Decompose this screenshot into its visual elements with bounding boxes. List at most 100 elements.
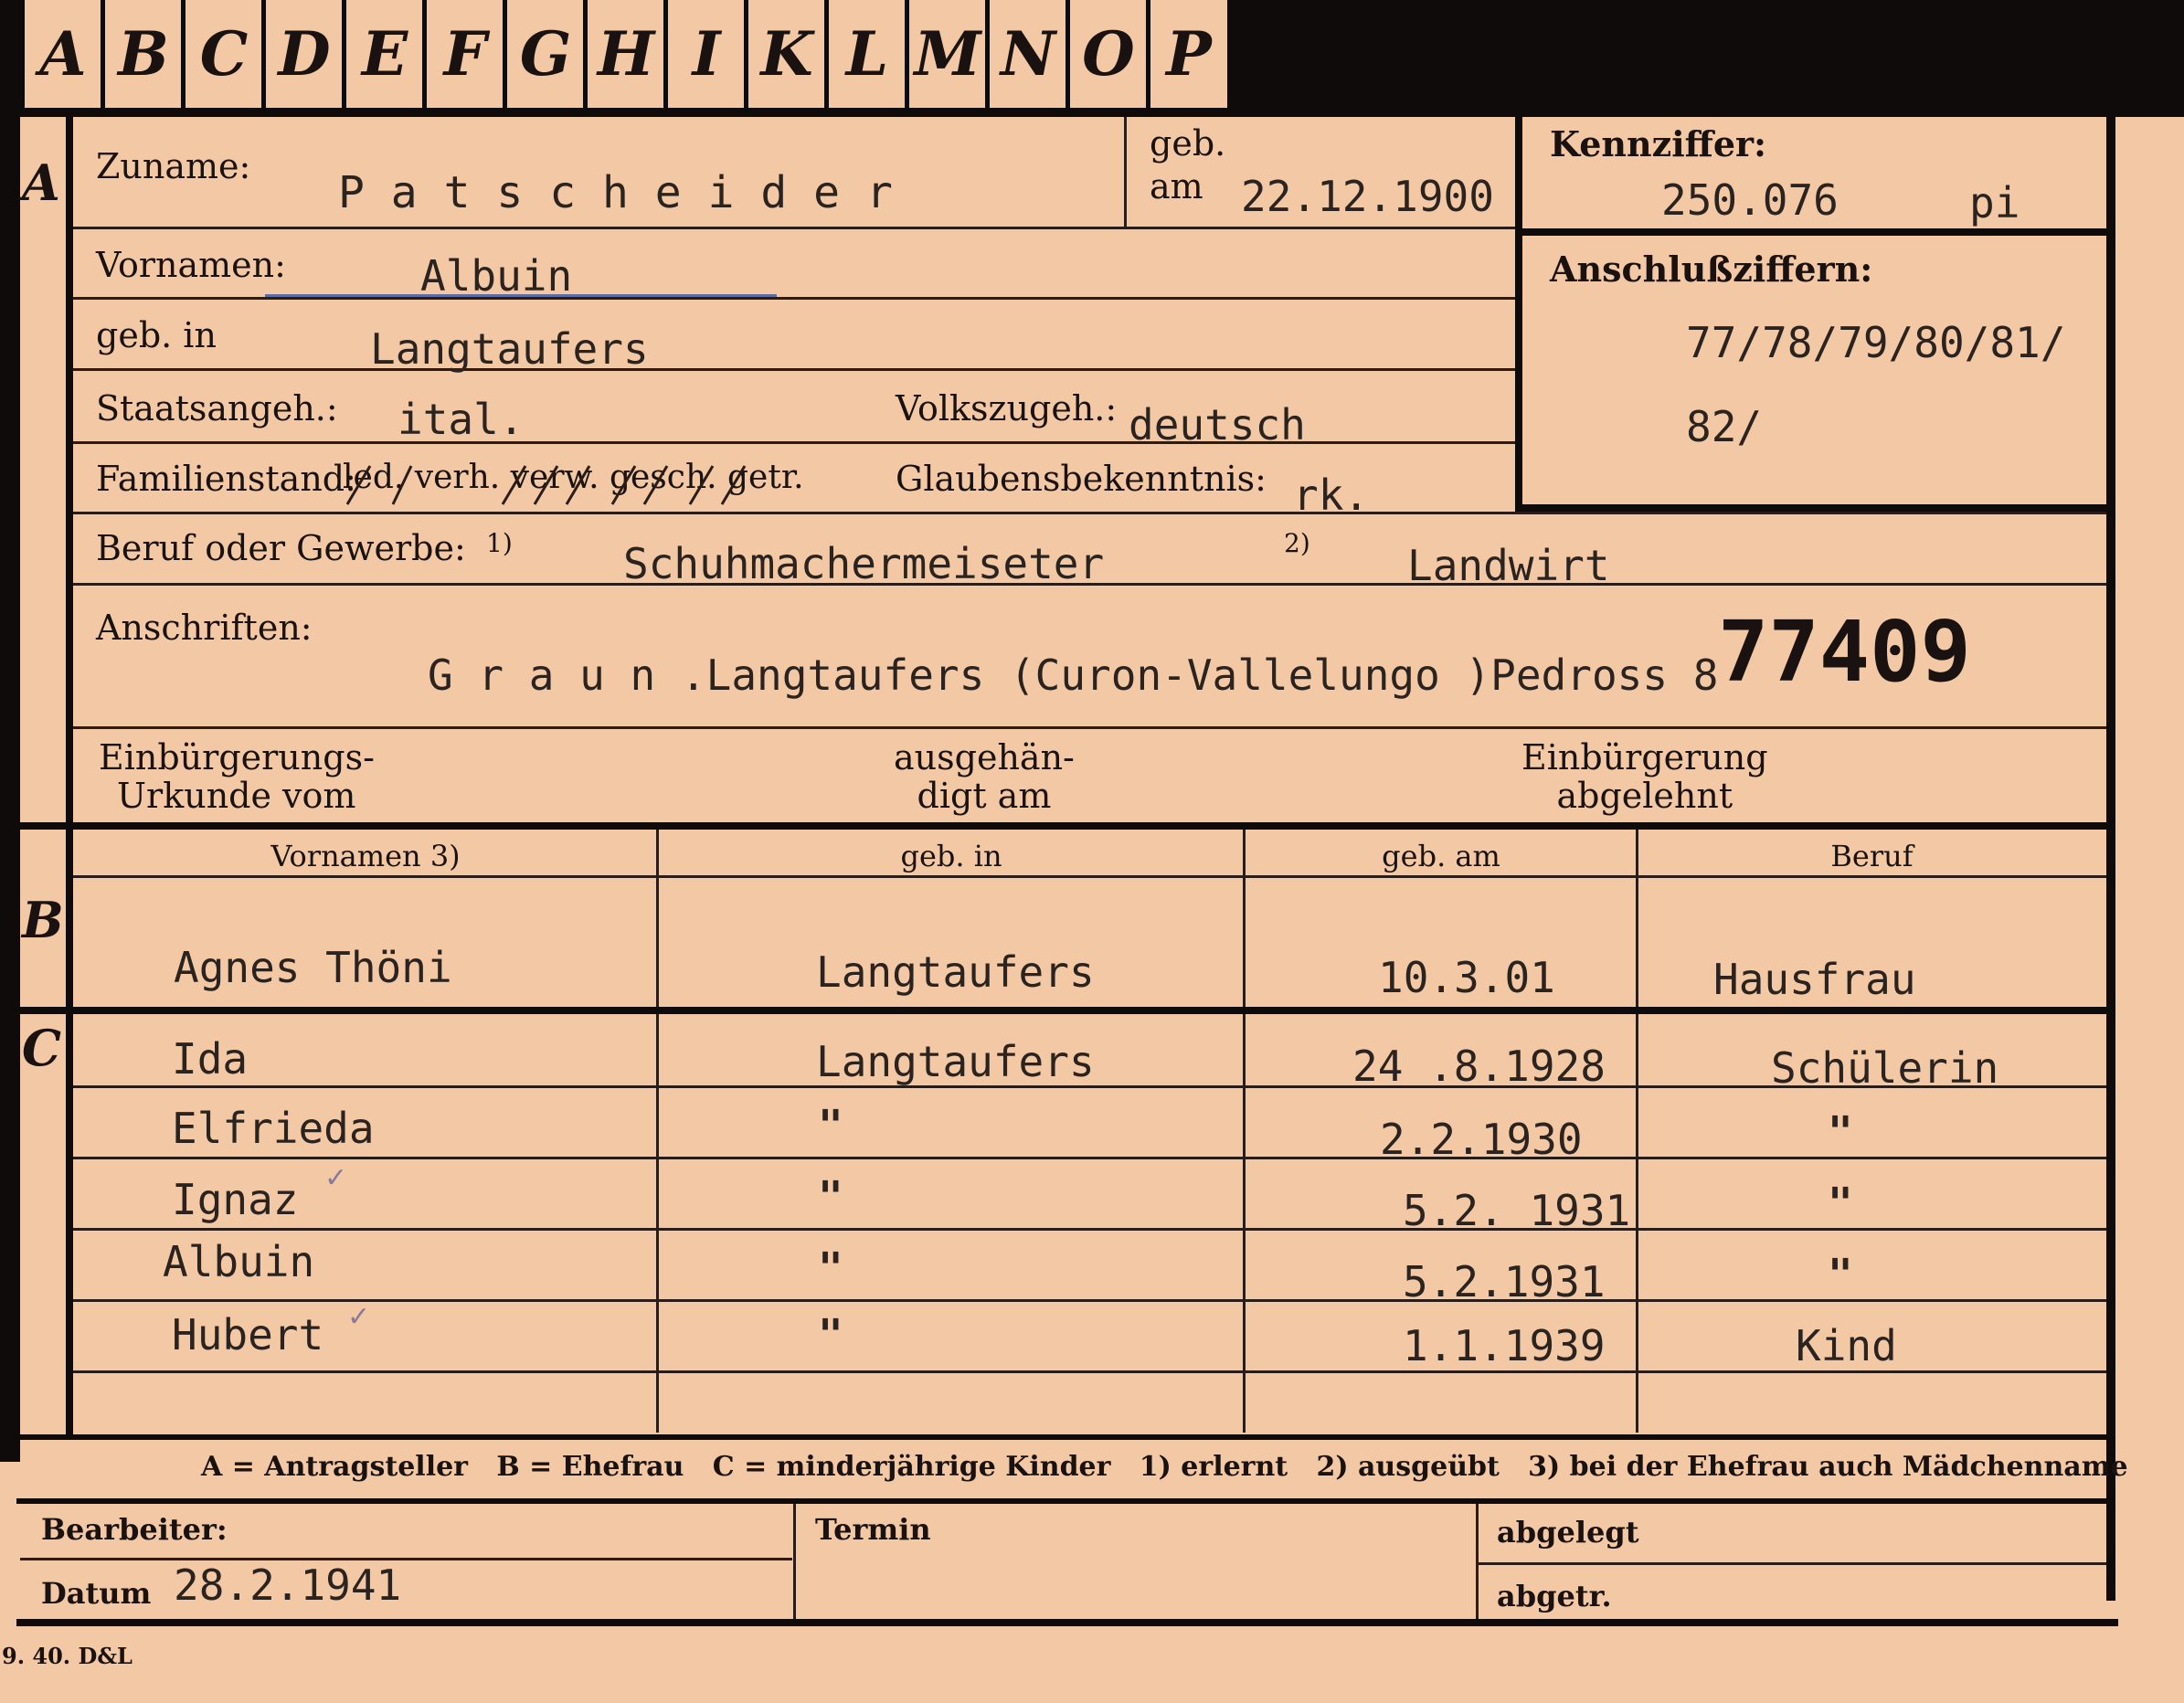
- separator: [73, 875, 2106, 878]
- section-b-bottom: [16, 1007, 2109, 1014]
- address-label: Anschriften:: [96, 608, 313, 648]
- naturalization-doc-label: Einbürgerungs- Urkunde vom: [99, 738, 375, 815]
- section-a-marker: A: [22, 153, 60, 212]
- children-table: Ida Langtaufers 24 .8.1928 Schülerin Elf…: [73, 1014, 2106, 1434]
- index-tab-p[interactable]: P: [1146, 0, 1232, 108]
- footer-col-line-1: [793, 1504, 796, 1619]
- anschluss-label: Anschlußziffern:: [1550, 249, 1873, 290]
- stamp-number: 77409: [1718, 603, 1971, 701]
- child-name: Elfrieda: [172, 1104, 375, 1153]
- index-tab-d[interactable]: D: [261, 0, 343, 108]
- child-name: Albuin: [163, 1237, 315, 1286]
- index-tab-b[interactable]: B: [101, 0, 182, 108]
- kennziffer-label: Kennziffer:: [1550, 123, 1767, 164]
- child-born-on: 24 .8.1928: [1352, 1042, 1606, 1091]
- child-name: Ignaz: [172, 1175, 299, 1224]
- index-tab-e[interactable]: E: [342, 0, 423, 108]
- date-label: Datum: [41, 1576, 152, 1611]
- child-born-in: ": [818, 1243, 843, 1293]
- index-tab-k[interactable]: K: [744, 0, 825, 108]
- kennziffer-value: 250.076: [1661, 175, 1839, 225]
- occupation-mark-1: 1): [486, 528, 513, 558]
- child-name: Hubert: [172, 1310, 324, 1359]
- legend-bottom-line: [16, 1498, 2109, 1504]
- table-row: Albuin " 5.2.1931 ": [73, 1230, 2106, 1306]
- handed-label-1: ausgehän-: [894, 737, 1075, 777]
- child-born-in: Langtaufers: [816, 1037, 1095, 1086]
- spouse-occupation: Hausfrau: [1713, 955, 1916, 1004]
- frame-right: [2106, 111, 2115, 1601]
- index-tab-g[interactable]: G: [503, 0, 584, 108]
- left-dark-edge: [0, 0, 20, 1462]
- check-mark-icon: ✓: [347, 1301, 371, 1333]
- index-tab-a[interactable]: A: [20, 0, 101, 108]
- document-page: { "tabs": ["A","B","C","D","E","F","G","…: [0, 0, 2184, 1703]
- col-header-born-in: geb. in: [900, 839, 1002, 873]
- occupation-mark-2: 2): [1284, 528, 1310, 558]
- rejected-label-2: abgelehnt: [1556, 776, 1733, 816]
- kennziffer-box-divider: [1522, 228, 2107, 236]
- anschluss-line2: 82/: [1686, 402, 1763, 451]
- born-date-value: 22.12.1900: [1241, 172, 1494, 221]
- section-a-bottom: [16, 822, 2109, 830]
- separator: [73, 227, 1515, 229]
- deadline-label: Termin: [815, 1512, 931, 1547]
- spouse-born-on: 10.3.01: [1378, 953, 1555, 1002]
- child-occupation: ": [1828, 1179, 1853, 1228]
- occupation-1-value: Schuhmachermeiseter: [623, 539, 1105, 588]
- ethnicity-value: deutsch: [1129, 400, 1306, 450]
- surname-value: P a t s c h e i d e r: [338, 167, 893, 218]
- child-occupation: ": [1828, 1250, 1853, 1299]
- child-born-on: 1.1.1939: [1403, 1321, 1606, 1370]
- child-occupation: ": [1828, 1107, 1853, 1157]
- occupation-label: Beruf oder Gewerbe:: [96, 528, 466, 568]
- legend-text: A = Antragsteller B = Ehefrau C = minder…: [201, 1451, 2128, 1483]
- separator: [73, 368, 1515, 371]
- rejected-label: Einbürgerung abgelehnt: [1521, 738, 1768, 815]
- child-occupation: Kind: [1796, 1321, 1897, 1370]
- separator: [1479, 1562, 2106, 1565]
- separator: [73, 512, 2106, 514]
- check-mark-icon: ✓: [324, 1162, 348, 1194]
- frame-bottom: [16, 1619, 2118, 1626]
- index-tab-f[interactable]: F: [422, 0, 504, 108]
- naturalization-doc-label-1: Einbürgerungs-: [99, 737, 375, 777]
- religion-value: rk.: [1293, 471, 1370, 520]
- index-tab-c[interactable]: C: [181, 0, 262, 108]
- handed-label-2: digt am: [917, 776, 1052, 816]
- spouse-name: Agnes Thöni: [174, 943, 452, 992]
- col-header-occupation: Beruf: [1830, 839, 1914, 873]
- index-tab-i[interactable]: I: [663, 0, 745, 108]
- index-tab-n[interactable]: N: [985, 0, 1066, 108]
- index-tab-m[interactable]: M: [905, 0, 986, 108]
- child-name: Ida: [172, 1034, 249, 1084]
- spouse-born-in: Langtaufers: [816, 947, 1095, 997]
- filed-label: abgelegt: [1497, 1515, 1639, 1550]
- index-tab-l[interactable]: L: [824, 0, 906, 108]
- separator: [73, 297, 1515, 300]
- religion-label: Glaubensbekenntnis:: [896, 459, 1267, 499]
- anschluss-line1: 77/78/79/80/81/: [1686, 318, 2066, 367]
- child-born-in: ": [818, 1101, 843, 1150]
- firstnames-underline: [265, 294, 777, 297]
- firstnames-label: Vornamen:: [96, 245, 286, 285]
- address-value: G r a u n .Langtaufers (Curon-Vallelungo…: [428, 651, 1719, 700]
- born-label-top: geb.: [1150, 123, 1226, 164]
- index-tabs: A B C D E F G H I K L M N O P: [20, 0, 1232, 112]
- index-tab-o[interactable]: O: [1065, 0, 1147, 108]
- separator: [73, 1370, 2106, 1373]
- birthplace-value: Langtaufers: [370, 324, 649, 374]
- table-row: Hubert ✓ " 1.1.1939 Kind: [73, 1301, 2106, 1370]
- date-value: 28.2.1941: [174, 1560, 402, 1610]
- section-c-marker: C: [22, 1019, 61, 1077]
- index-tab-h[interactable]: H: [583, 0, 664, 108]
- rejected-label-1: Einbürgerung: [1521, 737, 1768, 777]
- occupation-2-value: Landwirt: [1407, 541, 1610, 590]
- child-born-in: ": [818, 1310, 843, 1359]
- footer-col-line-2: [1476, 1504, 1479, 1619]
- born-label-bottom: am: [1150, 166, 1203, 206]
- separator: [20, 1558, 792, 1560]
- marital-strikeouts: [345, 465, 747, 505]
- kennziffer-suffix: pi: [1969, 178, 2020, 227]
- legend-top-line: [16, 1434, 2109, 1440]
